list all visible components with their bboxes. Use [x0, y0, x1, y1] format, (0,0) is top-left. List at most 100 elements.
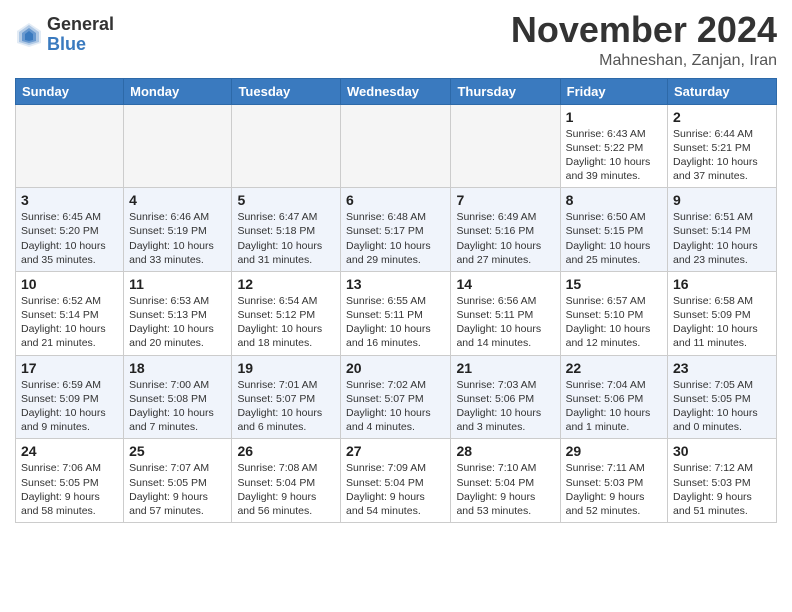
- day-number: 7: [456, 192, 554, 208]
- calendar-cell: 16 Sunrise: 6:58 AM Sunset: 5:09 PM Dayli…: [668, 271, 777, 355]
- calendar-cell: [451, 104, 560, 188]
- calendar-cell: [341, 104, 451, 188]
- day-number: 6: [346, 192, 445, 208]
- day-number: 10: [21, 276, 118, 292]
- day-number: 22: [566, 360, 662, 376]
- calendar-cell: 19 Sunrise: 7:01 AM Sunset: 5:07 PM Dayli…: [232, 355, 341, 439]
- weekday-header-row: SundayMondayTuesdayWednesdayThursdayFrid…: [16, 78, 777, 104]
- calendar-cell: 5 Sunrise: 6:47 AM Sunset: 5:18 PM Daylig…: [232, 188, 341, 272]
- month-title: November 2024: [511, 10, 777, 50]
- day-info: Sunrise: 7:04 AM Sunset: 5:06 PM Dayligh…: [566, 378, 662, 435]
- calendar-cell: 7 Sunrise: 6:49 AM Sunset: 5:16 PM Daylig…: [451, 188, 560, 272]
- calendar-cell: 3 Sunrise: 6:45 AM Sunset: 5:20 PM Daylig…: [16, 188, 124, 272]
- day-info: Sunrise: 6:52 AM Sunset: 5:14 PM Dayligh…: [21, 294, 118, 351]
- calendar-cell: 10 Sunrise: 6:52 AM Sunset: 5:14 PM Dayli…: [16, 271, 124, 355]
- calendar-week-row: 24 Sunrise: 7:06 AM Sunset: 5:05 PM Dayli…: [16, 439, 777, 523]
- logo: General Blue: [15, 15, 114, 55]
- day-info: Sunrise: 7:09 AM Sunset: 5:04 PM Dayligh…: [346, 461, 445, 518]
- calendar-cell: 2Sunrise: 6:44 AM Sunset: 5:21 PM Daylig…: [668, 104, 777, 188]
- page: General Blue November 2024 Mahneshan, Za…: [0, 0, 792, 538]
- day-info: Sunrise: 7:08 AM Sunset: 5:04 PM Dayligh…: [237, 461, 335, 518]
- calendar-week-row: 3 Sunrise: 6:45 AM Sunset: 5:20 PM Daylig…: [16, 188, 777, 272]
- weekday-header-thursday: Thursday: [451, 78, 560, 104]
- day-number: 27: [346, 443, 445, 459]
- day-number: 24: [21, 443, 118, 459]
- day-info: Sunrise: 6:43 AM Sunset: 5:22 PM Dayligh…: [566, 127, 662, 184]
- day-number: 28: [456, 443, 554, 459]
- day-number: 29: [566, 443, 662, 459]
- weekday-header-tuesday: Tuesday: [232, 78, 341, 104]
- calendar-cell: 28Sunrise: 7:10 AM Sunset: 5:04 PM Dayli…: [451, 439, 560, 523]
- calendar-cell: 24 Sunrise: 7:06 AM Sunset: 5:05 PM Dayli…: [16, 439, 124, 523]
- day-number: 12: [237, 276, 335, 292]
- day-info: Sunrise: 7:01 AM Sunset: 5:07 PM Dayligh…: [237, 378, 335, 435]
- calendar-cell: 23Sunrise: 7:05 AM Sunset: 5:05 PM Dayli…: [668, 355, 777, 439]
- calendar-cell: 1Sunrise: 6:43 AM Sunset: 5:22 PM Daylig…: [560, 104, 667, 188]
- day-info: Sunrise: 6:50 AM Sunset: 5:15 PM Dayligh…: [566, 210, 662, 267]
- day-info: Sunrise: 7:06 AM Sunset: 5:05 PM Dayligh…: [21, 461, 118, 518]
- day-info: Sunrise: 7:07 AM Sunset: 5:05 PM Dayligh…: [129, 461, 226, 518]
- day-info: Sunrise: 6:56 AM Sunset: 5:11 PM Dayligh…: [456, 294, 554, 351]
- day-info: Sunrise: 6:54 AM Sunset: 5:12 PM Dayligh…: [237, 294, 335, 351]
- calendar-cell: [232, 104, 341, 188]
- calendar-cell: 14Sunrise: 6:56 AM Sunset: 5:11 PM Dayli…: [451, 271, 560, 355]
- day-info: Sunrise: 6:48 AM Sunset: 5:17 PM Dayligh…: [346, 210, 445, 267]
- calendar-cell: 13Sunrise: 6:55 AM Sunset: 5:11 PM Dayli…: [341, 271, 451, 355]
- day-info: Sunrise: 6:53 AM Sunset: 5:13 PM Dayligh…: [129, 294, 226, 351]
- day-number: 19: [237, 360, 335, 376]
- day-info: Sunrise: 6:57 AM Sunset: 5:10 PM Dayligh…: [566, 294, 662, 351]
- day-number: 11: [129, 276, 226, 292]
- calendar-cell: 27 Sunrise: 7:09 AM Sunset: 5:04 PM Dayli…: [341, 439, 451, 523]
- weekday-header-sunday: Sunday: [16, 78, 124, 104]
- day-info: Sunrise: 6:45 AM Sunset: 5:20 PM Dayligh…: [21, 210, 118, 267]
- day-info: Sunrise: 7:03 AM Sunset: 5:06 PM Dayligh…: [456, 378, 554, 435]
- calendar-table: SundayMondayTuesdayWednesdayThursdayFrid…: [15, 78, 777, 523]
- day-info: Sunrise: 6:51 AM Sunset: 5:14 PM Dayligh…: [673, 210, 771, 267]
- day-number: 18: [129, 360, 226, 376]
- day-number: 20: [346, 360, 445, 376]
- calendar-cell: 29 Sunrise: 7:11 AM Sunset: 5:03 PM Dayli…: [560, 439, 667, 523]
- day-number: 13: [346, 276, 445, 292]
- day-info: Sunrise: 6:49 AM Sunset: 5:16 PM Dayligh…: [456, 210, 554, 267]
- day-number: 21: [456, 360, 554, 376]
- day-info: Sunrise: 6:44 AM Sunset: 5:21 PM Dayligh…: [673, 127, 771, 184]
- day-number: 17: [21, 360, 118, 376]
- calendar-cell: 18Sunrise: 7:00 AM Sunset: 5:08 PM Dayli…: [124, 355, 232, 439]
- weekday-header-saturday: Saturday: [668, 78, 777, 104]
- day-info: Sunrise: 6:46 AM Sunset: 5:19 PM Dayligh…: [129, 210, 226, 267]
- weekday-header-friday: Friday: [560, 78, 667, 104]
- day-number: 23: [673, 360, 771, 376]
- calendar-cell: 26Sunrise: 7:08 AM Sunset: 5:04 PM Dayli…: [232, 439, 341, 523]
- logo-blue-text: Blue: [47, 35, 114, 55]
- logo-general-text: General: [47, 15, 114, 35]
- calendar-cell: 8Sunrise: 6:50 AM Sunset: 5:15 PM Daylig…: [560, 188, 667, 272]
- calendar-cell: 9Sunrise: 6:51 AM Sunset: 5:14 PM Daylig…: [668, 188, 777, 272]
- weekday-header-monday: Monday: [124, 78, 232, 104]
- calendar-cell: 25 Sunrise: 7:07 AM Sunset: 5:05 PM Dayli…: [124, 439, 232, 523]
- day-info: Sunrise: 7:11 AM Sunset: 5:03 PM Dayligh…: [566, 461, 662, 518]
- calendar-cell: 11 Sunrise: 6:53 AM Sunset: 5:13 PM Dayli…: [124, 271, 232, 355]
- day-info: Sunrise: 7:02 AM Sunset: 5:07 PM Dayligh…: [346, 378, 445, 435]
- calendar-cell: [124, 104, 232, 188]
- day-number: 15: [566, 276, 662, 292]
- day-info: Sunrise: 6:58 AM Sunset: 5:09 PM Dayligh…: [673, 294, 771, 351]
- day-info: Sunrise: 6:47 AM Sunset: 5:18 PM Dayligh…: [237, 210, 335, 267]
- day-number: 25: [129, 443, 226, 459]
- calendar-cell: 6 Sunrise: 6:48 AM Sunset: 5:17 PM Daylig…: [341, 188, 451, 272]
- calendar-cell: 30 Sunrise: 7:12 AM Sunset: 5:03 PM Dayli…: [668, 439, 777, 523]
- day-number: 16: [673, 276, 771, 292]
- calendar-week-row: 1Sunrise: 6:43 AM Sunset: 5:22 PM Daylig…: [16, 104, 777, 188]
- title-block: November 2024 Mahneshan, Zanjan, Iran: [511, 10, 777, 70]
- calendar-cell: 22 Sunrise: 7:04 AM Sunset: 5:06 PM Dayli…: [560, 355, 667, 439]
- calendar-cell: 15 Sunrise: 6:57 AM Sunset: 5:10 PM Dayli…: [560, 271, 667, 355]
- calendar-cell: 4 Sunrise: 6:46 AM Sunset: 5:19 PM Daylig…: [124, 188, 232, 272]
- day-number: 4: [129, 192, 226, 208]
- calendar-cell: [16, 104, 124, 188]
- day-info: Sunrise: 7:12 AM Sunset: 5:03 PM Dayligh…: [673, 461, 771, 518]
- day-number: 3: [21, 192, 118, 208]
- calendar-cell: 21 Sunrise: 7:03 AM Sunset: 5:06 PM Dayli…: [451, 355, 560, 439]
- day-number: 30: [673, 443, 771, 459]
- calendar-cell: 12 Sunrise: 6:54 AM Sunset: 5:12 PM Dayli…: [232, 271, 341, 355]
- day-number: 5: [237, 192, 335, 208]
- calendar-week-row: 10 Sunrise: 6:52 AM Sunset: 5:14 PM Dayli…: [16, 271, 777, 355]
